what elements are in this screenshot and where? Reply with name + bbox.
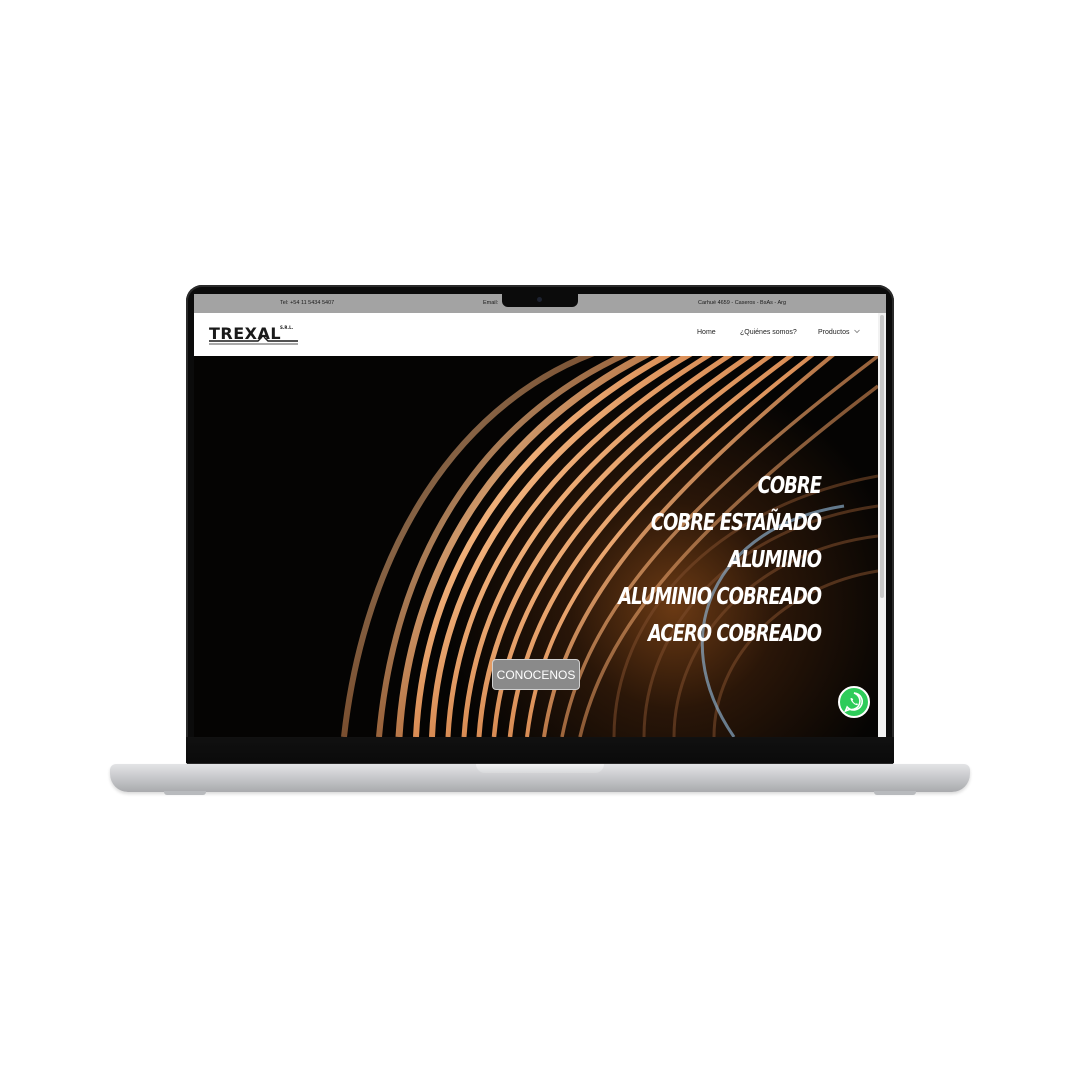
nav-home[interactable]: Home xyxy=(697,329,716,336)
topbar-address: Carhué 4659 - Caseros - BsAs - Arg xyxy=(698,300,787,306)
page-scrollbar[interactable] xyxy=(878,313,886,737)
topbar-phone: Tel: +54 11 5434 5407 xyxy=(280,300,335,306)
headline-line: COBRE ESTAÑADO xyxy=(650,510,822,536)
logo-wordmark: TREXAL xyxy=(209,324,281,343)
whatsapp-button[interactable] xyxy=(838,686,870,718)
laptop-foot-left xyxy=(164,791,206,795)
hero-banner: COBRE COBRE ESTAÑADO ALUMINIO ALUMINIO C… xyxy=(194,356,878,737)
headline-line: ALUMINIO xyxy=(728,547,822,573)
chevron-down-icon xyxy=(854,329,861,334)
laptop-foot-right xyxy=(874,791,916,795)
laptop-opening-notch xyxy=(476,764,604,773)
headline-line: ACERO COBREADO xyxy=(647,621,822,647)
conocenos-button[interactable]: CONOCENOS xyxy=(492,659,580,690)
nav-products-label: Productos xyxy=(818,329,850,336)
main-navbar: TREXAL S.R.L. Home ¿Quiénes somos? Produ… xyxy=(194,313,878,356)
camera-notch xyxy=(502,294,578,307)
nav-products[interactable]: Productos xyxy=(818,329,861,336)
scrollbar-thumb[interactable] xyxy=(880,315,884,598)
headline-line: ALUMINIO COBREADO xyxy=(618,584,822,610)
headline-line: COBRE xyxy=(757,473,822,499)
whatsapp-icon xyxy=(844,692,863,713)
camera-icon xyxy=(537,297,542,302)
topbar-email[interactable]: Email: xyxy=(483,300,498,306)
site-logo[interactable]: TREXAL S.R.L. xyxy=(208,322,300,346)
laptop-bottom-bezel xyxy=(186,737,894,763)
browser-viewport: Tel: +54 11 5434 5407 Email: Carhué 4659… xyxy=(194,294,886,737)
logo-suffix: S.R.L. xyxy=(280,325,294,330)
nav-about[interactable]: ¿Quiénes somos? xyxy=(740,329,797,336)
hero-headline: COBRE COBRE ESTAÑADO ALUMINIO ALUMINIO C… xyxy=(618,468,822,653)
